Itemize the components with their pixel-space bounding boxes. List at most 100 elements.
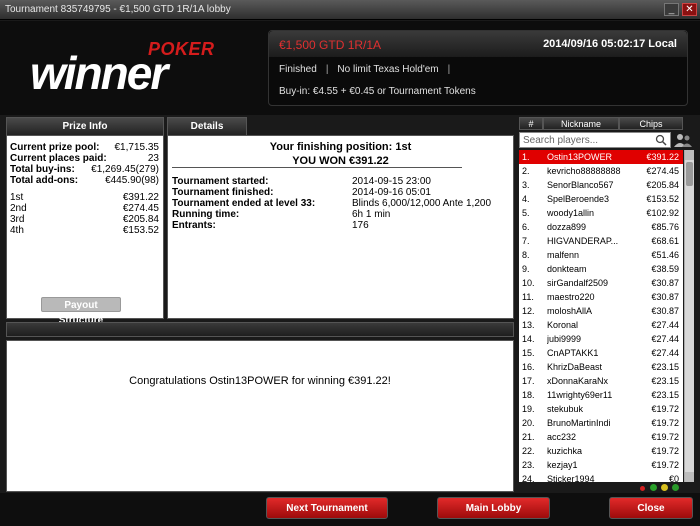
player-rank: 3.	[522, 180, 530, 190]
player-rank: 15.	[522, 348, 535, 358]
player-list: 1. Ostin13POWER €391.22 2. kevricho88888888…	[519, 150, 683, 482]
player-row[interactable]: 19. stekubuk €19.72	[519, 402, 683, 416]
player-row[interactable]: 18. 11wrighty69er11 €23.15	[519, 388, 683, 402]
player-row[interactable]: 7. HIGVANDERAP... €68.61	[519, 234, 683, 248]
player-row[interactable]: 24. Sticker1994 €0	[519, 472, 683, 482]
winnings-text: YOU WON €391.22	[292, 155, 389, 167]
scroll-thumb[interactable]	[686, 162, 693, 186]
place-amount: €274.45	[122, 203, 159, 214]
tournament-datetime: 2014/09/16 05:02:17 Local	[543, 38, 677, 50]
player-name: kezjay1	[547, 460, 578, 470]
detail-row: Tournament finished: 2014-09-16 05:01	[172, 187, 509, 198]
player-row[interactable]: 17. xDonnaKaraNx €23.15	[519, 374, 683, 388]
player-chips: €23.15	[651, 376, 679, 386]
player-list-scrollbar[interactable]	[684, 150, 694, 482]
player-row[interactable]: 8. malfenn €51.46	[519, 248, 683, 262]
player-chips: €85.76	[651, 222, 679, 232]
player-name: maestro220	[547, 292, 595, 302]
player-row[interactable]: 21. acc232 €19.72	[519, 430, 683, 444]
player-chips: €19.72	[651, 446, 679, 456]
player-row[interactable]: 20. BrunoMartinIndi €19.72	[519, 416, 683, 430]
detail-row: Tournament ended at level 33: Blinds 6,0…	[172, 198, 509, 209]
place-amount: €153.52	[122, 225, 159, 236]
player-rank: 11.	[522, 292, 534, 302]
player-chips: €27.44	[651, 320, 679, 330]
tournament-status-row: Finished | No limit Texas Hold'em |	[279, 64, 459, 75]
player-chips: €19.72	[651, 460, 679, 470]
player-row[interactable]: 22. kuzichka €19.72	[519, 444, 683, 458]
place-label: 4th	[10, 225, 24, 236]
detail-value: 2014-09-15 23:00	[352, 176, 431, 187]
player-chips: €23.15	[651, 390, 679, 400]
player-rank: 10.	[522, 278, 535, 288]
player-name: SpelBeroende3	[547, 194, 610, 204]
player-row[interactable]: 16. KhrizDaBeast €23.15	[519, 360, 683, 374]
player-row[interactable]: 10. sirGandalf2509 €30.87	[519, 276, 683, 290]
player-search[interactable]	[519, 132, 671, 148]
tab-details[interactable]: Details	[167, 117, 247, 135]
detail-value: 2014-09-16 05:01	[352, 187, 431, 198]
player-chips: €391.22	[646, 152, 679, 162]
column-header-chips[interactable]: Chips	[619, 117, 683, 130]
player-row[interactable]: 23. kezjay1 €19.72	[519, 458, 683, 472]
player-name: stekubuk	[547, 404, 584, 414]
lobby-header: POKER winner €1,500 GTD 1R/1A 2014/09/16…	[0, 21, 700, 115]
player-rank: 2.	[522, 166, 530, 176]
player-row[interactable]: 5. woody1allin €102.92	[519, 206, 683, 220]
tournament-buyin: Buy-in: €4.55 + €0.45 or Tournament Toke…	[279, 86, 476, 97]
find-players-icon[interactable]	[673, 132, 693, 148]
player-name: Koronal	[547, 320, 579, 330]
scroll-up-arrow[interactable]	[685, 150, 694, 160]
window-close-button[interactable]: ✕	[682, 3, 697, 16]
main-lobby-button[interactable]: Main Lobby	[437, 497, 550, 519]
place-label: 3rd	[10, 214, 25, 225]
player-chips: €19.72	[651, 418, 679, 428]
tournament-name: €1,500 GTD 1R/1A	[279, 38, 382, 52]
detail-value: Blinds 6,000/12,000 Ante 1,200	[352, 198, 492, 209]
player-row[interactable]: 6. dozza899 €85.76	[519, 220, 683, 234]
minimize-button[interactable]: _	[664, 3, 679, 16]
player-row[interactable]: 15. CnAPTAKK1 €27.44	[519, 346, 683, 360]
player-row[interactable]: 14. jubi9999 €27.44	[519, 332, 683, 346]
player-rank: 5.	[522, 208, 530, 218]
next-tournament-button[interactable]: Next Tournament	[266, 497, 388, 519]
player-row[interactable]: 9. donkteam €38.59	[519, 262, 683, 276]
payout-structure-button[interactable]: Payout Structure	[41, 297, 121, 326]
player-row[interactable]: 11. maestro220 €30.87	[519, 290, 683, 304]
detail-label: Tournament ended at level 33:	[172, 198, 316, 209]
column-header-rank[interactable]: #	[519, 117, 543, 130]
player-chips: €274.45	[646, 166, 679, 176]
player-name: jubi9999	[547, 334, 582, 344]
prize-pool-value: €1,715.35	[114, 142, 160, 153]
player-name: donkteam	[547, 264, 587, 274]
player-rank: 13.	[522, 320, 535, 330]
player-rank: 16.	[522, 362, 535, 372]
player-row[interactable]: 3. SenorBlanco567 €205.84	[519, 178, 683, 192]
scroll-down-arrow[interactable]	[685, 472, 694, 482]
player-chips: €30.87	[651, 278, 679, 288]
player-row[interactable]: 12. moloshAllA €30.87	[519, 304, 683, 318]
player-row[interactable]: 1. Ostin13POWER €391.22	[519, 150, 683, 164]
status-dot-yellow	[661, 484, 668, 491]
close-button[interactable]: Close	[609, 497, 693, 519]
search-icon[interactable]	[655, 134, 667, 146]
player-row[interactable]: 13. Koronal €27.44	[519, 318, 683, 332]
tab-prize-info[interactable]: Prize Info	[6, 117, 164, 135]
player-rank: 14.	[522, 334, 535, 344]
detail-label: Tournament finished:	[172, 187, 274, 198]
player-name: sirGandalf2509	[547, 278, 609, 288]
place-label: 1st	[10, 192, 24, 203]
window-title: Tournament 835749795 - €1,500 GTD 1R/1A …	[5, 4, 231, 15]
player-rank: 12.	[522, 306, 535, 316]
details-panel: Your finishing position: 1st YOU WON €39…	[167, 135, 514, 319]
player-rank: 9.	[522, 264, 530, 274]
search-input[interactable]	[523, 134, 653, 147]
player-row[interactable]: 2. kevricho88888888 €274.45	[519, 164, 683, 178]
total-addons-label: Total add-ons:	[10, 175, 79, 186]
player-chips: €68.61	[651, 236, 679, 246]
player-chips: €205.84	[646, 180, 679, 190]
total-buyins-label: Total buy-ins:	[10, 164, 75, 175]
player-name: Ostin13POWER	[547, 152, 613, 162]
player-row[interactable]: 4. SpelBeroende3 €153.52	[519, 192, 683, 206]
column-header-nickname[interactable]: Nickname	[543, 117, 619, 130]
